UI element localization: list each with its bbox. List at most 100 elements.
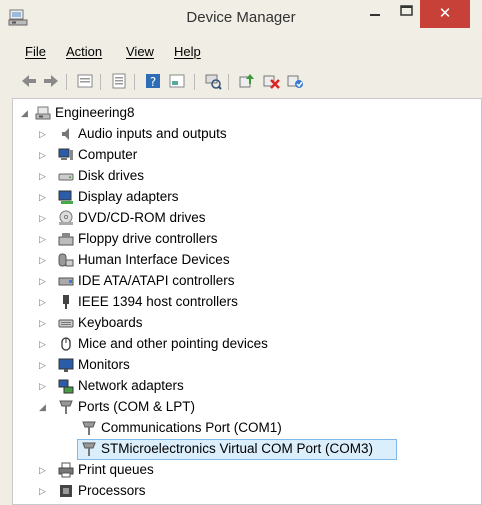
collapse-arrow-icon[interactable]: ▷: [39, 313, 49, 333]
toolbar-separator: [66, 74, 67, 90]
port-icon: [82, 442, 96, 456]
printer-icon: [58, 462, 74, 478]
tree-node-label: Communications Port (COM1): [101, 420, 282, 435]
tree-node-label: Human Interface Devices: [78, 252, 230, 267]
tree-node-dvd-drives[interactable]: ▷ DVD/CD-ROM drives: [13, 208, 473, 228]
collapse-arrow-icon[interactable]: ▷: [39, 460, 49, 480]
floppy-controller-icon: [58, 233, 74, 246]
collapse-arrow-icon[interactable]: ▷: [39, 229, 49, 249]
tree-node-label: Engineering8: [55, 105, 135, 120]
tree-node-computer[interactable]: ▷ Computer: [13, 145, 473, 165]
toolbar-separator: [194, 74, 195, 90]
tree-node-keyboards[interactable]: ▷ Keyboards: [13, 313, 473, 333]
tree-node-label: Audio inputs and outputs: [78, 126, 227, 141]
tree-root-engineering8[interactable]: ◢ Engineering8: [13, 103, 473, 123]
properties-list-icon[interactable]: [110, 72, 128, 90]
help-icon[interactable]: ?: [144, 72, 162, 90]
collapse-arrow-icon[interactable]: ▷: [39, 166, 49, 186]
collapse-arrow-icon[interactable]: ▷: [39, 334, 49, 354]
toolbar: ?: [0, 68, 482, 96]
maximize-icon: [400, 5, 413, 16]
keyboard-icon: [58, 319, 74, 328]
expand-arrow-icon[interactable]: ◢: [21, 103, 31, 123]
back-arrow-icon[interactable]: [20, 72, 38, 90]
tree-node-label: Computer: [78, 147, 138, 162]
menu-bar: File Action View Help: [0, 40, 482, 64]
collapse-arrow-icon[interactable]: ▷: [39, 355, 49, 375]
collapse-arrow-icon[interactable]: ▷: [39, 481, 49, 501]
computer-icon: [58, 148, 73, 160]
network-adapter-icon: [58, 379, 74, 394]
port-icon: [59, 400, 73, 414]
tree-node-label: Floppy drive controllers: [78, 231, 218, 246]
update-driver-icon[interactable]: [238, 72, 256, 90]
tree-node-label: Display adapters: [78, 189, 179, 204]
collapse-arrow-icon[interactable]: ▷: [39, 187, 49, 207]
tree-node-stm-com3[interactable]: STMicroelectronics Virtual COM Port (COM…: [13, 439, 473, 459]
tree-node-ide[interactable]: ▷ IDE ATA/ATAPI controllers: [13, 271, 473, 291]
tree-node-label: IEEE 1394 host controllers: [78, 294, 238, 309]
maximize-button[interactable]: [393, 0, 419, 24]
tree-node-processors[interactable]: ▷ Processors: [13, 481, 473, 501]
properties-icon[interactable]: [76, 72, 94, 90]
toolbar-separator: [100, 74, 101, 90]
collapse-arrow-icon[interactable]: ▷: [39, 376, 49, 396]
tree-node-floppy[interactable]: ▷ Floppy drive controllers: [13, 229, 473, 249]
tree-node-label: Ports (COM & LPT): [78, 399, 196, 414]
tree-node-hid[interactable]: ▷ Human Interface Devices: [13, 250, 473, 270]
collapse-arrow-icon[interactable]: ▷: [39, 208, 49, 228]
tree-node-label: Mice and other pointing devices: [78, 336, 268, 351]
tree-node-label: IDE ATA/ATAPI controllers: [78, 273, 235, 288]
tree-node-ieee1394[interactable]: ▷ IEEE 1394 host controllers: [13, 292, 473, 312]
tree-node-label: STMicroelectronics Virtual COM Port (COM…: [101, 441, 374, 456]
tree-node-com1[interactable]: Communications Port (COM1): [13, 418, 473, 438]
tree-node-label: DVD/CD-ROM drives: [78, 210, 206, 225]
tree-node-label: Processors: [78, 483, 146, 498]
forward-arrow-icon[interactable]: [42, 72, 60, 90]
tree-node-display-adapters[interactable]: ▷ Display adapters: [13, 187, 473, 207]
tree-node-print-queues[interactable]: ▷ Print queues: [13, 460, 473, 480]
collapse-arrow-icon[interactable]: ▷: [39, 292, 49, 312]
ieee1394-icon: [63, 295, 69, 309]
toolbar-separator: [228, 74, 229, 90]
menu-help[interactable]: Help: [174, 44, 201, 59]
device-tree[interactable]: ◢ Engineering8 ▷ Audio inputs and output…: [12, 98, 482, 505]
collapse-arrow-icon[interactable]: ▷: [39, 271, 49, 291]
computer-icon: [35, 106, 51, 120]
monitor-icon: [58, 358, 74, 372]
ide-controller-icon: [58, 277, 74, 286]
menu-file[interactable]: File: [25, 44, 46, 59]
enable-device-icon[interactable]: [286, 72, 304, 90]
scan-hardware-icon[interactable]: [204, 72, 222, 90]
disk-drive-icon: [58, 173, 74, 181]
show-hidden-icon[interactable]: [168, 72, 186, 90]
tree-node-ports[interactable]: ◢ Ports (COM & LPT): [13, 397, 473, 417]
tree-node-monitors[interactable]: ▷ Monitors: [13, 355, 473, 375]
tree-node-network[interactable]: ▷ Network adapters: [13, 376, 473, 396]
display-adapter-icon: [58, 190, 73, 204]
menu-view[interactable]: View: [126, 44, 154, 59]
tree-node-mice[interactable]: ▷ Mice and other pointing devices: [13, 334, 473, 354]
collapse-arrow-icon[interactable]: ▷: [39, 250, 49, 270]
tree-node-audio[interactable]: ▷ Audio inputs and outputs: [13, 124, 473, 144]
expand-arrow-icon[interactable]: ◢: [39, 397, 49, 417]
uninstall-icon[interactable]: [262, 72, 280, 90]
minimize-icon: [370, 14, 380, 16]
menu-action[interactable]: Action: [66, 44, 102, 59]
hid-icon: [58, 253, 74, 267]
toolbar-separator: [134, 74, 135, 90]
port-icon: [82, 421, 96, 435]
tree-node-label: Print queues: [78, 462, 154, 477]
close-button[interactable]: ✕: [420, 0, 470, 28]
tree-node-label: Monitors: [78, 357, 130, 372]
collapse-arrow-icon[interactable]: ▷: [39, 145, 49, 165]
processor-icon: [60, 485, 72, 497]
tree-node-disk-drives[interactable]: ▷ Disk drives: [13, 166, 473, 186]
mouse-icon: [61, 337, 71, 351]
tree-node-label: Disk drives: [78, 168, 145, 183]
minimize-button[interactable]: [362, 0, 388, 24]
svg-text:?: ?: [150, 75, 156, 89]
tree-node-label: Keyboards: [78, 315, 143, 330]
speaker-icon: [62, 128, 69, 140]
collapse-arrow-icon[interactable]: ▷: [39, 124, 49, 144]
